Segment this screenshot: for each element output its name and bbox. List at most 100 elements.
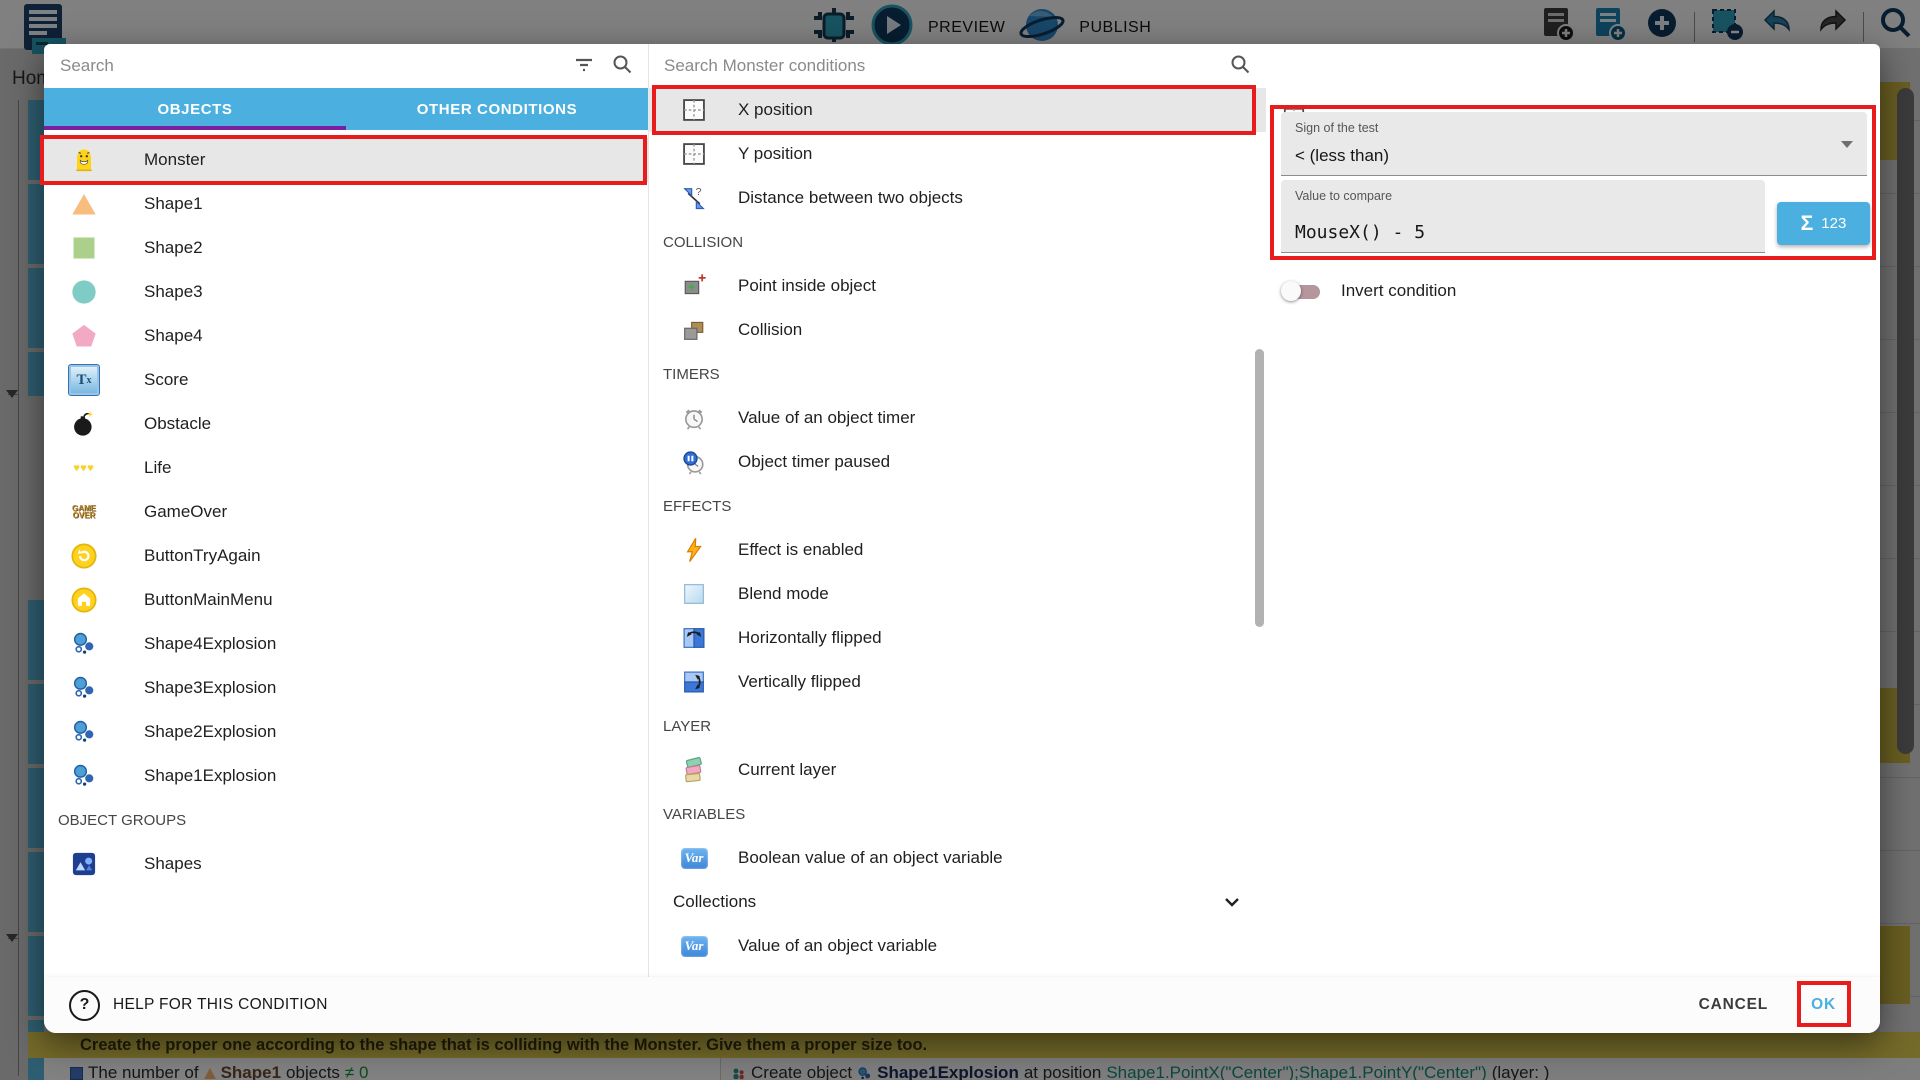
monster-icon (69, 145, 99, 175)
pentagon-icon (69, 321, 99, 351)
objects-panel: OBJECTS OTHER CONDITIONS MonsterShape1Sh… (44, 44, 649, 977)
value-to-compare-value: MouseX() - 5 (1295, 222, 1425, 243)
timer-icon (678, 402, 710, 434)
distance-icon: ? (678, 182, 710, 214)
position-icon (678, 138, 710, 170)
var-icon: Var (678, 930, 710, 962)
condition-item-boolean-value-of-an-object-variable[interactable]: VarBoolean value of an object variable (648, 836, 1266, 880)
condition-section-collision: COLLISION (648, 220, 1266, 264)
condition-item-object-timer-paused[interactable]: Object timer paused (648, 440, 1266, 484)
particles-icon (69, 629, 99, 659)
condition-item-value-of-an-object-variable[interactable]: VarValue of an object variable (648, 924, 1266, 968)
objects-search-input[interactable] (58, 55, 558, 77)
var-icon: Var (678, 842, 710, 874)
value-to-compare-field[interactable]: Value to compare MouseX() - 5 (1281, 180, 1765, 253)
condition-item-value-of-an-object-timer[interactable]: Value of an object timer (648, 396, 1266, 440)
svg-text:?: ? (696, 186, 702, 198)
circle-icon (69, 277, 99, 307)
object-row-monster[interactable]: Monster (44, 138, 648, 182)
condition-item-effect-is-enabled[interactable]: Effect is enabled (648, 528, 1266, 572)
group-icon (69, 849, 99, 879)
hearts-icon: ♥♥♥ (69, 453, 99, 483)
condition-parameters-panel: Compare the X position of the object. Si… (1266, 44, 1880, 977)
condition-item-x-position[interactable]: X position (648, 88, 1266, 132)
object-groups-header: OBJECT GROUPS (44, 798, 648, 842)
square-icon (69, 233, 99, 263)
left-tabbar: OBJECTS OTHER CONDITIONS (44, 88, 648, 130)
gameover-icon: GAMEOVER (69, 497, 99, 527)
button-home-icon (69, 585, 99, 615)
tab-objects[interactable]: OBJECTS (44, 88, 346, 130)
invert-condition-toggle[interactable] (1281, 281, 1325, 301)
vflip-icon (678, 666, 710, 698)
particles-icon (69, 761, 99, 791)
condition-item-current-layer[interactable]: Current layer (648, 748, 1266, 792)
object-row-obstacle[interactable]: Obstacle (44, 402, 648, 446)
conditions-panel: X positionY position?Distance between tw… (648, 44, 1266, 977)
condition-item-collision[interactable]: Collision (648, 308, 1266, 352)
triangle-icon (69, 189, 99, 219)
invert-condition-row: Invert condition (1281, 277, 1456, 305)
condition-section-layer: LAYER (648, 704, 1266, 748)
blend-icon (678, 578, 710, 610)
condition-item-blend-mode[interactable]: Blend mode (648, 572, 1266, 616)
particles-icon (69, 717, 99, 747)
condition-item-distance-between-two-objects[interactable]: ?Distance between two objects (648, 176, 1266, 220)
object-row-shape2explosion[interactable]: Shape2Explosion (44, 710, 648, 754)
layers-icon (678, 754, 710, 786)
help-icon[interactable]: ? (69, 990, 100, 1021)
filter-icon[interactable] (572, 52, 596, 81)
ok-button[interactable]: OK (1811, 996, 1836, 1014)
object-row-score[interactable]: TxScore (44, 358, 648, 402)
condition-item-horizontally-flipped[interactable]: Horizontally flipped (648, 616, 1266, 660)
hflip-icon (678, 622, 710, 654)
collision-icon (678, 314, 710, 346)
button-restart-icon (69, 541, 99, 571)
object-row-shape4[interactable]: Shape4 (44, 314, 648, 358)
condition-editor-dialog: OBJECTS OTHER CONDITIONS MonsterShape1Sh… (44, 44, 1880, 1033)
condition-list: X positionY position?Distance between tw… (648, 88, 1266, 968)
help-link[interactable]: HELP FOR THIS CONDITION (113, 996, 328, 1014)
condition-section-variables: VARIABLES (648, 792, 1266, 836)
object-row-buttontryagain[interactable]: ButtonTryAgain (44, 534, 648, 578)
dropdown-arrow-icon (1841, 141, 1853, 148)
object-row-shape1[interactable]: Shape1 (44, 182, 648, 226)
condition-section-timers: TIMERS (648, 352, 1266, 396)
cancel-button[interactable]: CANCEL (1699, 996, 1768, 1014)
text-icon: Tx (69, 365, 99, 395)
condition-item-point-inside-object[interactable]: Point inside object (648, 264, 1266, 308)
sign-of-test-label: Sign of the test (1295, 121, 1378, 135)
object-row-shape1explosion[interactable]: Shape1Explosion (44, 754, 648, 798)
tab-other-conditions[interactable]: OTHER CONDITIONS (346, 88, 648, 130)
search-icon (1228, 52, 1252, 81)
group-row-shapes[interactable]: Shapes (44, 842, 648, 886)
object-row-shape4explosion[interactable]: Shape4Explosion (44, 622, 648, 666)
condition-section-effects: EFFECTS (648, 484, 1266, 528)
invert-condition-label: Invert condition (1341, 281, 1456, 301)
expression-editor-button[interactable]: Σ 123 (1777, 202, 1870, 245)
bolt-icon (678, 534, 710, 566)
dialog-footer: ? HELP FOR THIS CONDITION CANCEL OK (44, 977, 1880, 1033)
condition-item-vertically-flipped[interactable]: Vertically flipped (648, 660, 1266, 704)
object-row-shape3explosion[interactable]: Shape3Explosion (44, 666, 648, 710)
object-row-shape3[interactable]: Shape3 (44, 270, 648, 314)
object-row-shape2[interactable]: Shape2 (44, 226, 648, 270)
object-list: MonsterShape1Shape2Shape3Shape4TxScoreOb… (44, 130, 648, 886)
condition-group-collections[interactable]: Collections (648, 880, 1266, 924)
search-icon (610, 52, 634, 81)
point-inside-icon (678, 270, 710, 302)
conditions-search-row (648, 44, 1266, 88)
sigma-icon: Σ (1801, 212, 1814, 236)
sign-of-test-dropdown[interactable]: Sign of the test < (less than) (1281, 112, 1867, 176)
position-icon (678, 94, 710, 126)
timer-paused-icon (678, 446, 710, 478)
objects-search-row (44, 44, 648, 88)
condition-item-y-position[interactable]: Y position (648, 132, 1266, 176)
conditions-search-input[interactable] (662, 55, 1214, 77)
particles-icon (69, 673, 99, 703)
conditions-scrollbar[interactable] (1255, 349, 1264, 627)
object-row-buttonmainmenu[interactable]: ButtonMainMenu (44, 578, 648, 622)
object-row-gameover[interactable]: GAMEOVERGameOver (44, 490, 648, 534)
object-row-life[interactable]: ♥♥♥Life (44, 446, 648, 490)
bomb-icon (69, 409, 99, 439)
